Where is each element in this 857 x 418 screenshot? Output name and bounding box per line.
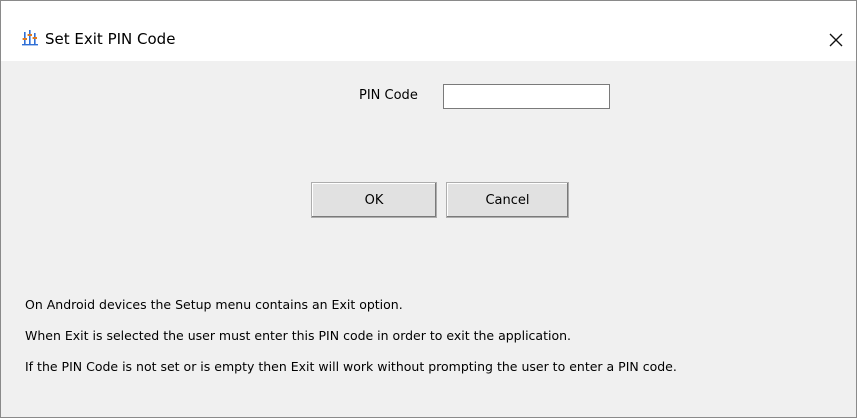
close-icon [829,33,843,47]
pin-code-input[interactable] [443,84,610,109]
close-button[interactable] [819,23,853,57]
window-title: Set Exit PIN Code [45,30,176,48]
ok-button[interactable]: OK [311,182,437,218]
title-bar[interactable]: Set Exit PIN Code [1,1,856,61]
description-line-1: On Android devices the Setup menu contai… [25,297,403,312]
pin-code-label: PIN Code [359,88,418,103]
cancel-button[interactable]: Cancel [446,182,569,218]
settings-sliders-icon [21,28,39,46]
dialog-window: Set Exit PIN Code PIN Code OK Cancel On … [0,0,857,418]
description-line-2: When Exit is selected the user must ente… [25,328,572,343]
description-line-3: If the PIN Code is not set or is empty t… [25,359,677,374]
